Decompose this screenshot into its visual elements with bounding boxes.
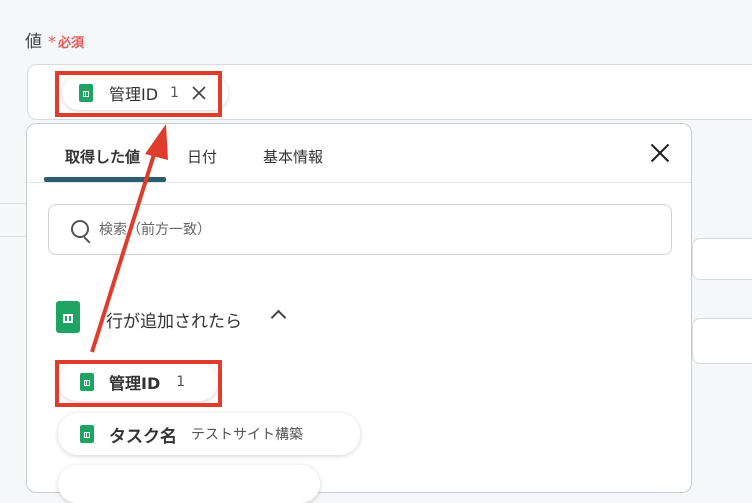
annotation-arrow (90, 124, 168, 353)
